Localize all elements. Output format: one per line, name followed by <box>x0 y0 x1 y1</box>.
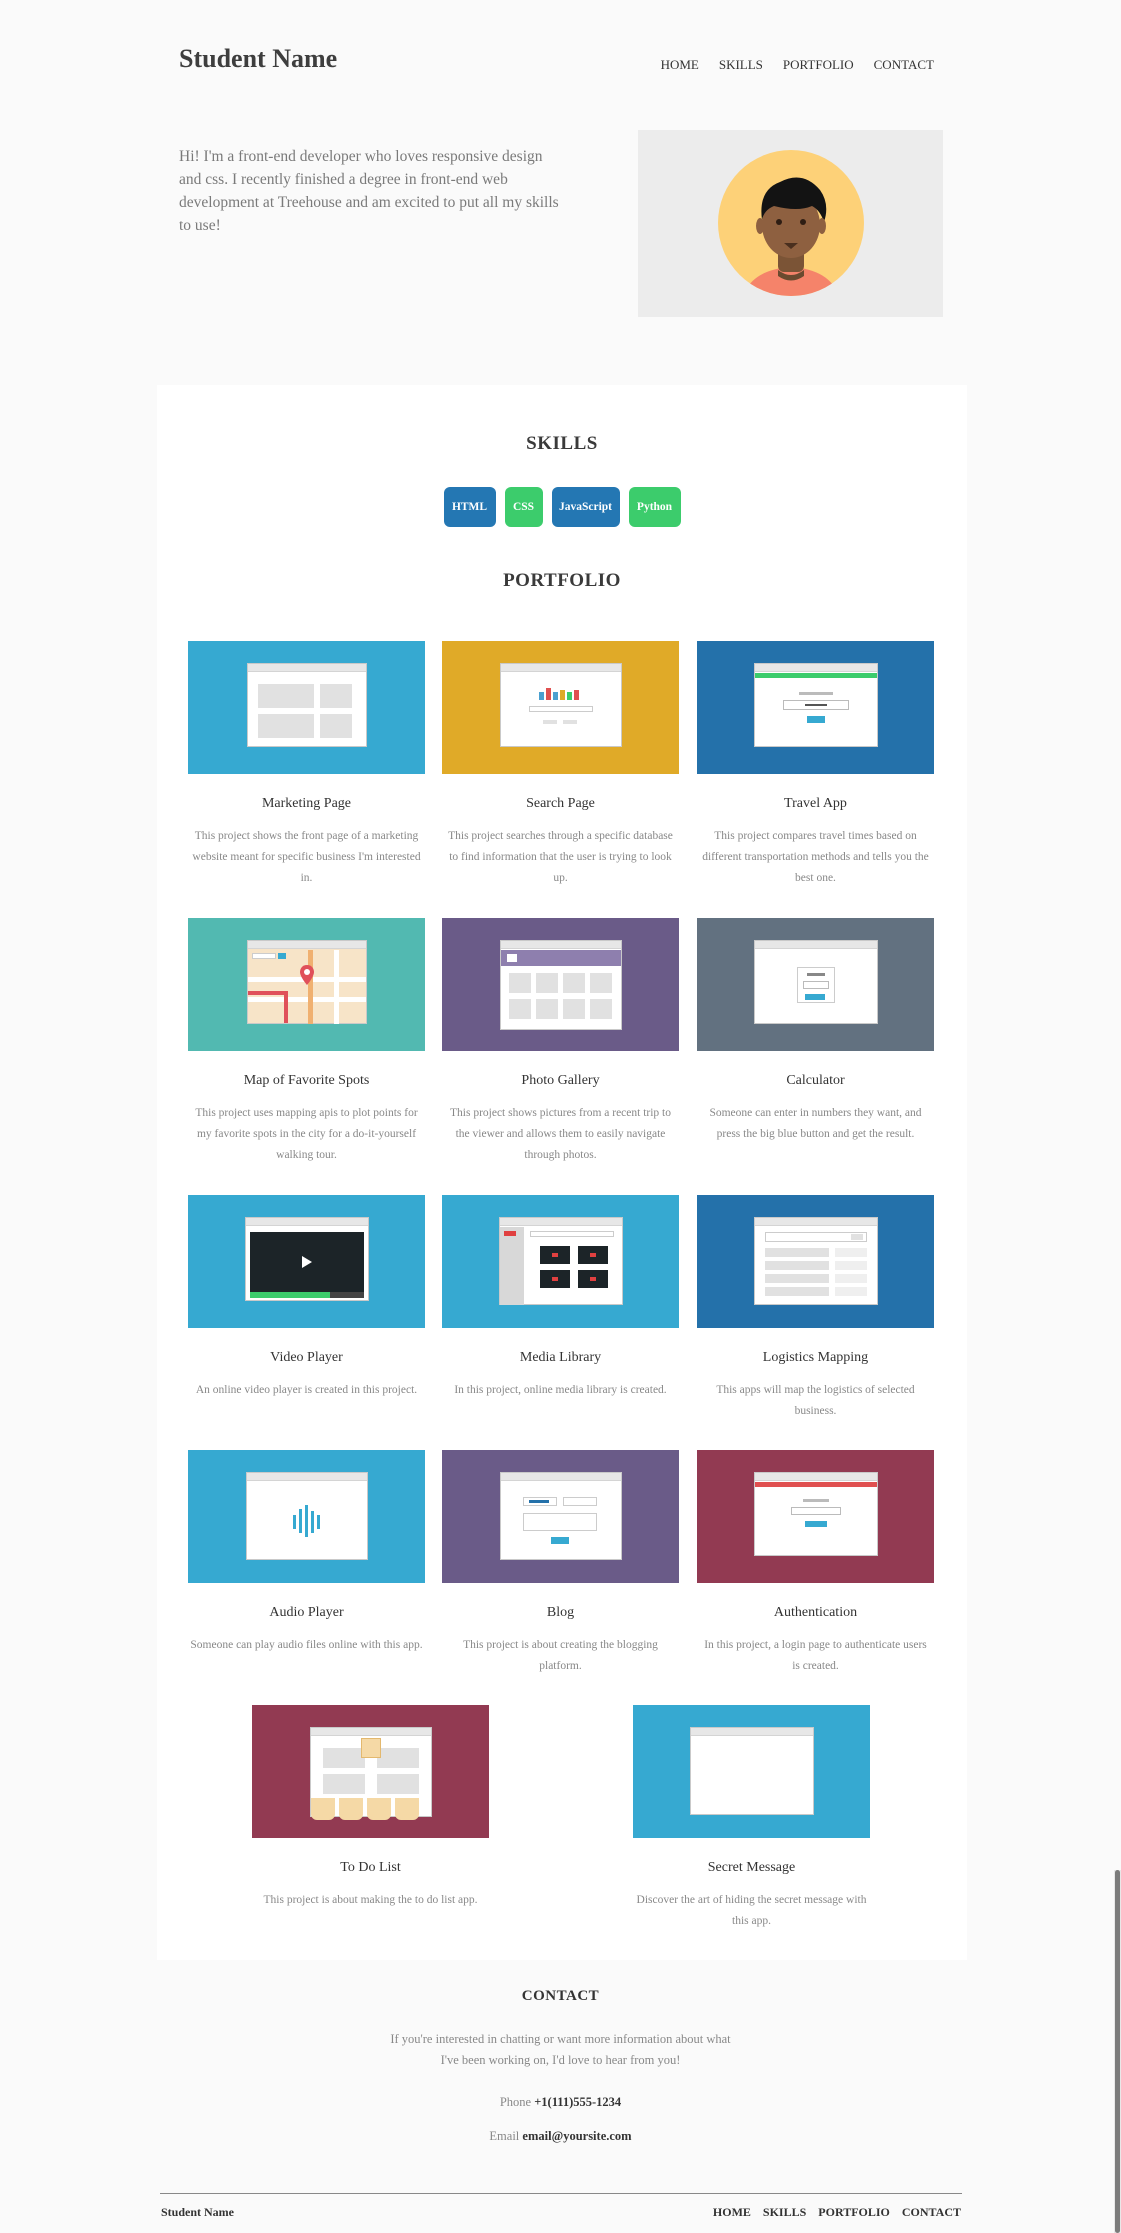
scrollbar[interactable] <box>1114 1870 1121 2233</box>
scrollbar-thumb[interactable] <box>1115 1870 1120 2233</box>
skill-badge-css: CSS <box>504 487 543 527</box>
portfolio-heading: PORTFOLIO <box>503 570 621 591</box>
project-description: Someone can enter in numbers they want, … <box>709 1107 922 1140</box>
project-description: This project uses mapping apis to plot p… <box>195 1107 418 1161</box>
project-description: Someone can play audio files online with… <box>190 1639 423 1651</box>
footer-skills-link[interactable]: SKILLS <box>763 2205 806 2220</box>
project-card[interactable]: Travel App This project compares travel … <box>697 641 934 889</box>
footer-contact-link[interactable]: CONTACT <box>902 2205 961 2220</box>
footer-name: Student Name <box>161 2205 235 2219</box>
contact-heading: CONTACT <box>521 1988 600 2004</box>
project-title: Video Player <box>270 1350 343 1365</box>
project-title: Calculator <box>786 1073 845 1088</box>
skill-badge-html: HTML <box>443 487 496 527</box>
phone-number[interactable]: +1(111)555-1234 <box>534 2095 621 2109</box>
project-description: This project shows the front page of a m… <box>192 830 421 884</box>
map-pin-icon <box>300 965 314 985</box>
project-description: Discover the art of hiding the secret me… <box>636 1894 867 1927</box>
project-card[interactable]: Logistics Mapping This apps will map the… <box>697 1195 934 1422</box>
project-thumbnail[interactable] <box>697 1450 934 1583</box>
project-thumbnail[interactable] <box>697 641 934 774</box>
contact-text: If you're interested in chatting or want… <box>390 2032 731 2067</box>
project-thumbnail[interactable] <box>442 641 679 774</box>
project-thumbnail[interactable] <box>697 1195 934 1328</box>
project-description: This apps will map the logistics of sele… <box>716 1384 915 1417</box>
project-title: Marketing Page <box>261 796 352 811</box>
project-card[interactable]: Authentication In this project, a login … <box>697 1450 934 1677</box>
project-thumbnail[interactable] <box>442 918 679 1051</box>
project-thumbnail[interactable] <box>697 918 934 1051</box>
project-description: In this project, a login page to authent… <box>704 1639 927 1672</box>
project-thumbnail[interactable] <box>252 1705 489 1838</box>
intro-text: Hi! I'm a front-end developer who loves … <box>179 148 559 234</box>
footer-portfolio-link[interactable]: PORTFOLIO <box>818 2205 890 2220</box>
project-description: This project shows pictures from a recen… <box>450 1107 671 1161</box>
project-description: In this project, online media library is… <box>454 1384 667 1396</box>
project-card[interactable]: Secret Message Discover the art of hidin… <box>633 1705 870 1932</box>
project-card[interactable]: Media Library In this project, online me… <box>442 1195 679 1401</box>
contact-phone: Phone +1(111)555-1234 <box>0 2095 1121 2110</box>
project-title: Secret Message <box>707 1860 796 1875</box>
project-description: This project is about making the to do l… <box>263 1894 478 1906</box>
project-thumbnail[interactable] <box>188 1195 425 1328</box>
footer-nav: HOME SKILLS PORTFOLIO CONTACT <box>713 2205 961 2220</box>
project-card[interactable]: Search Page This project searches throug… <box>442 641 679 889</box>
project-title: Photo Gallery <box>521 1073 600 1088</box>
project-title: Blog <box>546 1605 575 1620</box>
content-panel: SKILLS HTML CSS JavaScript Python PORTFO… <box>157 385 967 1960</box>
skill-badge-javascript: JavaScript <box>551 487 620 527</box>
project-description: An online video player is created in thi… <box>195 1384 418 1396</box>
footer-divider <box>160 2193 962 2194</box>
skill-badge-python: Python <box>628 487 681 527</box>
project-title: Map of Favorite Spots <box>243 1073 370 1088</box>
avatar <box>718 150 864 296</box>
project-description: This project compares travel times based… <box>702 830 929 884</box>
nav-contact-link[interactable]: CONTACT <box>874 57 934 73</box>
project-thumbnail[interactable] <box>188 918 425 1051</box>
project-title: Logistics Mapping <box>762 1350 869 1365</box>
project-title: To Do List <box>340 1860 401 1875</box>
phone-label: Phone <box>499 2095 532 2109</box>
project-title: Search Page <box>526 796 595 811</box>
project-card[interactable]: Map of Favorite Spots This project uses … <box>188 918 425 1166</box>
main-nav: HOME SKILLS PORTFOLIO CONTACT <box>661 57 934 73</box>
project-thumbnail[interactable] <box>188 1450 425 1583</box>
project-thumbnail[interactable] <box>633 1705 870 1838</box>
project-thumbnail[interactable] <box>188 641 425 774</box>
nav-home-link[interactable]: HOME <box>661 57 699 73</box>
email-label: Email <box>489 2129 520 2143</box>
project-thumbnail[interactable] <box>442 1195 679 1328</box>
project-description: This project searches through a specific… <box>448 830 673 884</box>
project-thumbnail[interactable] <box>442 1450 679 1583</box>
project-title: Travel App <box>784 796 847 811</box>
project-card[interactable]: Calculator Someone can enter in numbers … <box>697 918 934 1145</box>
play-icon <box>302 1256 312 1268</box>
project-title: Media Library <box>519 1350 602 1365</box>
project-card[interactable]: Video Player An online video player is c… <box>188 1195 425 1401</box>
email-address[interactable]: email@yoursite.com <box>522 2129 631 2143</box>
project-card[interactable]: Photo Gallery This project shows picture… <box>442 918 679 1166</box>
site-title: Student Name <box>179 44 338 73</box>
project-card[interactable]: To Do List This project is about making … <box>252 1705 489 1911</box>
project-card[interactable]: Blog This project is about creating the … <box>442 1450 679 1677</box>
project-title: Audio Player <box>269 1605 344 1620</box>
skills-list: HTML CSS JavaScript Python <box>157 487 967 527</box>
project-card[interactable]: Marketing Page This project shows the fr… <box>188 641 425 889</box>
project-card[interactable]: Audio Player Someone can play audio file… <box>188 1450 425 1656</box>
project-title: Authentication <box>773 1605 858 1620</box>
nav-skills-link[interactable]: SKILLS <box>719 57 763 73</box>
contact-email: Email email@yoursite.com <box>0 2129 1121 2144</box>
project-description: This project is about creating the blogg… <box>463 1639 658 1672</box>
skills-heading: SKILLS <box>526 433 598 454</box>
footer-home-link[interactable]: HOME <box>713 2205 751 2220</box>
nav-portfolio-link[interactable]: PORTFOLIO <box>783 57 854 73</box>
avatar-panel <box>638 130 943 317</box>
